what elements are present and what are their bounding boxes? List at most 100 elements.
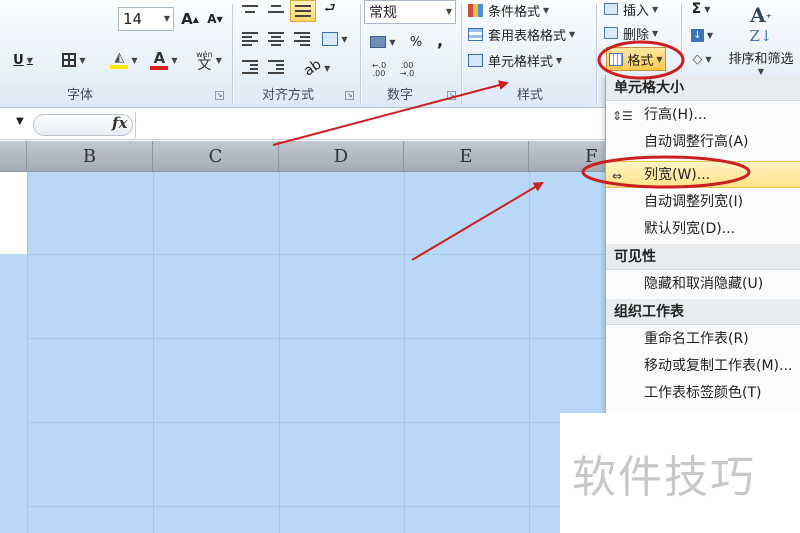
menu-section-organize-sheets: 组织工作表 <box>606 299 800 325</box>
font-size-value: 14 <box>123 10 143 28</box>
fill-button[interactable]: ↓ ▼ <box>686 26 718 44</box>
sort-filter-icon-bottom: Z↓ <box>749 26 773 45</box>
name-box-dropdown-icon[interactable]: ▼ <box>16 116 24 127</box>
insert-cells-button[interactable]: 插入 ▼ <box>604 0 659 19</box>
wrap-text-button[interactable]: ⮐ <box>320 1 340 19</box>
phonetic-guide-button[interactable]: wén 文 ▼ <box>190 46 228 74</box>
clear-button[interactable]: ◇ ▼ <box>686 50 718 68</box>
menu-item-rename-sheet[interactable]: 重命名工作表(R) <box>606 326 800 353</box>
menu-item-autofit-column-width[interactable]: 自动调整列宽(I) <box>606 189 800 216</box>
gridline <box>529 172 530 533</box>
number-format-combobox[interactable]: 常规 ▼ <box>364 0 456 24</box>
align-top-button[interactable] <box>240 1 260 17</box>
format-as-table-icon <box>468 27 483 41</box>
borders-icon <box>62 53 77 67</box>
chevron-down-icon: ▼ <box>389 37 396 47</box>
font-dialog-launcher-icon[interactable]: ↘ <box>215 91 224 100</box>
menu-section-cell-size: 单元格大小 <box>606 75 800 101</box>
sort-filter-button[interactable]: A⁺ Z↓ 排序和筛选 ▼ <box>722 0 800 80</box>
format-icon <box>609 52 624 66</box>
borders-button[interactable]: ▼ <box>56 48 92 72</box>
chevron-down-icon: ▼ <box>215 55 222 65</box>
decrease-indent-button[interactable] <box>240 58 260 76</box>
increase-decimal-icon: ←.0.00 <box>371 61 387 78</box>
underline-button[interactable]: U ▼ <box>10 48 36 72</box>
menu-item-tab-color[interactable]: 工作表标签颜色(T) <box>606 380 800 407</box>
column-header-d[interactable]: D <box>279 141 404 172</box>
row-header-area-selected[interactable] <box>0 254 27 533</box>
phonetic-icon: wén 文 <box>196 50 213 73</box>
font-color-button[interactable]: A ▼ <box>146 46 182 74</box>
menu-item-default-width[interactable]: 默认列宽(D)... <box>606 216 800 243</box>
number-dialog-launcher-icon[interactable]: ↘ <box>447 91 456 100</box>
gridline <box>27 172 28 533</box>
chevron-down-icon: ▼ <box>704 4 711 14</box>
text-orientation-icon: ab <box>300 56 325 80</box>
chevron-down-icon: ▼ <box>26 55 33 65</box>
align-bottom-button[interactable] <box>290 0 316 22</box>
autosum-button[interactable]: Σ ▼ <box>686 0 716 18</box>
menu-item-row-height[interactable]: ⇕☰ 行高(H)... <box>606 102 800 129</box>
menu-item-hide-unhide[interactable]: 隐藏和取消隐藏(U) <box>606 271 800 298</box>
chevron-down-icon[interactable]: ▼ <box>164 8 170 30</box>
accounting-icon <box>370 36 387 48</box>
menu-item-autofit-row-height[interactable]: 自动调整行高(A) <box>606 129 800 156</box>
gridline <box>279 172 280 533</box>
align-center-button[interactable] <box>266 30 286 48</box>
select-all-corner[interactable] <box>0 141 27 172</box>
chevron-down-icon[interactable]: ▼ <box>446 1 452 23</box>
number-group-label: 数字 <box>386 88 413 103</box>
conditional-formatting-button[interactable]: 条件格式 ▼ <box>468 0 549 20</box>
group-separator <box>232 4 233 104</box>
decrease-font-size-button[interactable]: A ▼ <box>205 8 225 30</box>
group-separator <box>461 4 462 104</box>
gridline <box>404 172 405 533</box>
column-header-e[interactable]: E <box>404 141 529 172</box>
align-middle-button[interactable] <box>266 1 286 17</box>
cell-styles-icon <box>468 53 483 67</box>
fill-color-button[interactable]: ◭ ▼ <box>104 46 144 74</box>
increase-font-size-button[interactable]: A ▲ <box>180 8 200 30</box>
percent-style-button[interactable]: % <box>406 32 426 52</box>
fill-color-icon: ◭ <box>110 51 129 69</box>
chevron-down-icon: ▼ <box>324 63 331 73</box>
menu-item-move-copy-sheet[interactable]: 移动或复制工作表(M)... <box>606 353 800 380</box>
chevron-down-icon: ▼ <box>656 54 663 64</box>
delete-cells-button[interactable]: 删除 ▼ <box>604 24 659 43</box>
insert-function-button[interactable]: fx <box>112 114 127 132</box>
column-header-b[interactable]: B <box>27 141 153 172</box>
watermark-area: 软件技巧 <box>560 413 800 533</box>
fill-down-icon: ↓ <box>690 28 704 42</box>
chevron-down-icon: ▼ <box>171 55 178 65</box>
comma-style-button[interactable]: , <box>432 30 448 50</box>
accounting-format-button[interactable]: ▼ <box>366 32 400 52</box>
merge-cells-icon <box>322 32 339 46</box>
merge-center-button[interactable]: ▼ <box>318 29 352 49</box>
chevron-down-icon: ▼ <box>652 4 659 14</box>
menu-item-column-width[interactable]: ⇔ 列宽(W)... <box>606 161 800 188</box>
chevron-down-icon: ▼ <box>706 30 714 40</box>
font-group-label: 字体 <box>66 88 93 103</box>
decrease-decimal-button[interactable]: .00 →.0 <box>396 60 418 80</box>
orientation-button[interactable]: ab ▼ <box>300 56 334 80</box>
cell-styles-button[interactable]: 单元格样式 ▼ <box>468 50 562 70</box>
format-cells-button[interactable]: 格式 ▼ <box>606 47 666 71</box>
chevron-down-icon: ▼ <box>556 55 563 65</box>
column-header-c[interactable]: C <box>153 141 279 172</box>
row-header-area[interactable] <box>0 172 27 254</box>
align-top-icon <box>242 5 258 13</box>
format-as-table-button[interactable]: 套用表格格式 ▼ <box>468 24 575 44</box>
decrease-indent-icon <box>242 60 258 74</box>
chevron-down-icon: ▼ <box>652 28 659 38</box>
chevron-down-icon: ▼ <box>131 55 138 65</box>
align-bottom-icon <box>295 5 311 17</box>
increase-indent-button[interactable] <box>266 58 286 76</box>
align-middle-icon <box>268 5 284 13</box>
align-center-icon <box>268 32 284 46</box>
increase-decimal-button[interactable]: ←.0.00 <box>368 60 390 80</box>
alignment-dialog-launcher-icon[interactable]: ↘ <box>345 91 354 100</box>
align-right-button[interactable] <box>292 30 312 48</box>
align-right-icon <box>294 32 310 46</box>
font-size-combobox[interactable]: 14 ▼ <box>118 7 174 31</box>
align-left-button[interactable] <box>240 30 260 48</box>
